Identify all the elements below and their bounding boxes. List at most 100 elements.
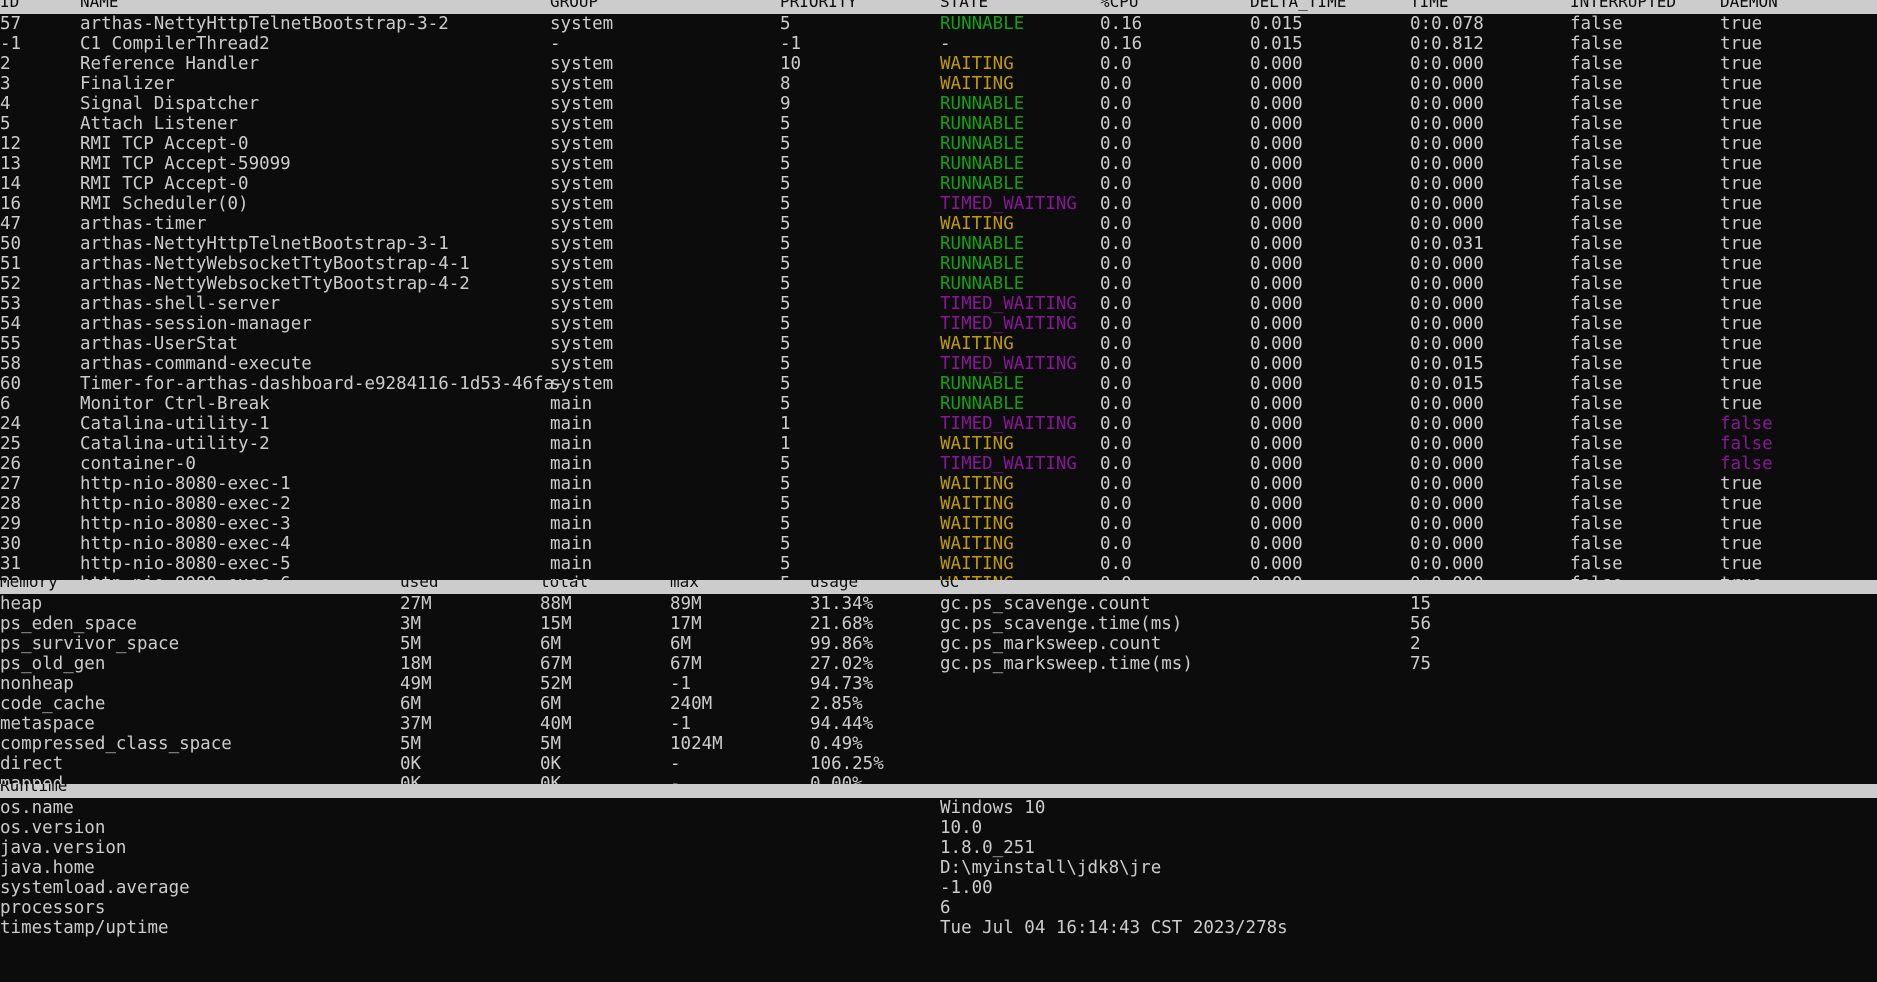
thread-row: 47 arthas-timer system 5 WAITING 0.0 0.000 0:0.… (0, 214, 1877, 234)
thread-cpu: 0.0 (1100, 134, 1132, 154)
thread-name: http-nio-8080-exec-2 (80, 494, 291, 514)
thread-daemon: true (1720, 74, 1763, 94)
gc-key: gc.ps_marksweep.count (940, 634, 1162, 654)
thread-row: 5 Attach Listener system 5 RUNNABLE 0.0 0.000 0… (0, 114, 1877, 134)
runtime-row: os.name Windows 10 (0, 798, 1877, 818)
thread-cpu: 0.0 (1100, 434, 1132, 454)
thread-state: RUNNABLE (940, 394, 1025, 414)
memory-gc-panel: Memory used total max usage GC heap 27M 88M 89M 3… (0, 580, 1877, 794)
thread-delta-time: 0.000 (1250, 354, 1303, 374)
thread-id: 24 (0, 414, 22, 434)
thread-table-header: ID NAME GROUP PRIORITY STATE %CPU DELTA_TIME TI… (0, 0, 1877, 14)
thread-time: 0:0.000 (1410, 434, 1484, 454)
memory-memory: direct (0, 754, 64, 774)
thread-state: WAITING (940, 474, 1014, 494)
thread-name: RMI TCP Accept-59099 (80, 154, 291, 174)
memory-max: -1 (670, 714, 692, 734)
memory-used: 37M (400, 714, 432, 734)
runtime-value: Windows 10 (940, 798, 1046, 818)
thread-group: system (550, 274, 614, 294)
thread-interrupted: false (1570, 134, 1623, 154)
memory-memory: nonheap (0, 674, 74, 694)
thread-name: arthas-NettyWebsocketTtyBootstrap-4-2 (80, 274, 470, 294)
thread-state: WAITING (940, 334, 1014, 354)
thread-interrupted: false (1570, 34, 1623, 54)
thread-name: C1 CompilerThread2 (80, 34, 270, 54)
memory-used: 27M (400, 594, 432, 614)
memory-row: nonheap 49M 52M -1 94.73% (0, 674, 1877, 694)
thread-name: arthas-NettyWebsocketTtyBootstrap-4-1 (80, 254, 470, 274)
thread-group: main (550, 454, 593, 474)
thread-priority: 5 (780, 474, 791, 494)
thread-daemon: true (1720, 374, 1763, 394)
memory-total: 6M (540, 694, 562, 714)
gc-key: gc.ps_marksweep.time(ms) (940, 654, 1193, 674)
thread-daemon: true (1720, 154, 1763, 174)
thread-state: WAITING (940, 514, 1014, 534)
thread-delta-time: 0.000 (1250, 514, 1303, 534)
memory-memory: ps_old_gen (0, 654, 106, 674)
thread-group: main (550, 394, 593, 414)
thread-time: 0:0.000 (1410, 134, 1484, 154)
thread-row: 60 Timer-for-arthas-dashboard-e9284116-1d… (0, 374, 1877, 394)
thread-priority: 5 (780, 314, 791, 334)
thread-row: -1 C1 CompilerThread2 - -1 - 0.16 0.015 0:0.812… (0, 34, 1877, 54)
thread-daemon: false (1720, 434, 1773, 454)
thread-time: 0:0.000 (1410, 194, 1484, 214)
memory-usage: 21.68% (810, 614, 874, 634)
thread-row: 4 Signal Dispatcher system 9 RUNNABLE 0.0 0.00… (0, 94, 1877, 114)
memory-row: ps_old_gen 18M 67M 67M 27.02% gc.ps_marksweep… (0, 654, 1877, 674)
memory-row: heap 27M 88M 89M 31.34% gc.ps_scavenge.count 1… (0, 594, 1877, 614)
thread-interrupted: false (1570, 434, 1623, 454)
thread-interrupted: false (1570, 114, 1623, 134)
thread-state: TIMED_WAITING (940, 194, 1077, 214)
memory-max: -1 (670, 674, 692, 694)
thread-row: 51 arthas-NettyWebsocketTtyBootstrap-4-1 s… (0, 254, 1877, 274)
runtime-key: java.version (0, 838, 127, 858)
memory-usage: 31.34% (810, 594, 874, 614)
thread-delta-time: 0.000 (1250, 394, 1303, 414)
thread-delta-time: 0.000 (1250, 194, 1303, 214)
thread-priority: 5 (780, 274, 791, 294)
thread-time: 0:0.000 (1410, 154, 1484, 174)
memory-total: 52M (540, 674, 572, 694)
thread-row: 13 RMI TCP Accept-59099 system 5 RUNNABLE 0.0… (0, 154, 1877, 174)
thread-group: system (550, 194, 614, 214)
thread-name: RMI Scheduler(0) (80, 194, 249, 214)
thread-id: 4 (0, 94, 11, 114)
thread-daemon: true (1720, 54, 1763, 74)
thread-daemon: true (1720, 94, 1763, 114)
thread-name: Timer-for-arthas-dashboard-e9284116-1d53… (80, 374, 565, 394)
thread-id: 12 (0, 134, 22, 154)
thread-time: 0:0.015 (1410, 354, 1484, 374)
thread-group: system (550, 314, 614, 334)
thread-delta-time: 0.000 (1250, 474, 1303, 494)
header-delta-time: DELTA_TIME (1250, 0, 1347, 11)
thread-daemon: true (1720, 534, 1763, 554)
memory-row: metaspace 37M 40M -1 94.44% (0, 714, 1877, 734)
thread-state: RUNNABLE (940, 174, 1025, 194)
thread-id: 53 (0, 294, 22, 314)
thread-priority: 5 (780, 154, 791, 174)
gc-value: 15 (1410, 594, 1432, 614)
thread-name: arthas-command-execute (80, 354, 312, 374)
memory-header-max: max (670, 580, 699, 591)
thread-id: 47 (0, 214, 22, 234)
thread-priority: 5 (780, 114, 791, 134)
memory-header-usage: usage (810, 580, 859, 591)
thread-delta-time: 0.000 (1250, 54, 1303, 74)
thread-daemon: true (1720, 174, 1763, 194)
thread-daemon: true (1720, 554, 1763, 574)
thread-row: 24 Catalina-utility-1 main 1 TIMED_WAITING 0.… (0, 414, 1877, 434)
thread-interrupted: false (1570, 394, 1623, 414)
runtime-key: os.version (0, 818, 106, 838)
thread-row: 58 arthas-command-execute system 5 TIMED_WAI… (0, 354, 1877, 374)
thread-row: 28 http-nio-8080-exec-2 main 5 WAITING 0.0 0.0… (0, 494, 1877, 514)
thread-name: Reference Handler (80, 54, 260, 74)
thread-cpu: 0.0 (1100, 94, 1132, 114)
thread-state: RUNNABLE (940, 154, 1025, 174)
memory-header-total: total (540, 580, 589, 591)
thread-state: - (940, 34, 951, 54)
thread-row: 2 Reference Handler system 10 WAITING 0.0 0.00… (0, 54, 1877, 74)
thread-row: 54 arthas-session-manager system 5 TIMED_WAI… (0, 314, 1877, 334)
